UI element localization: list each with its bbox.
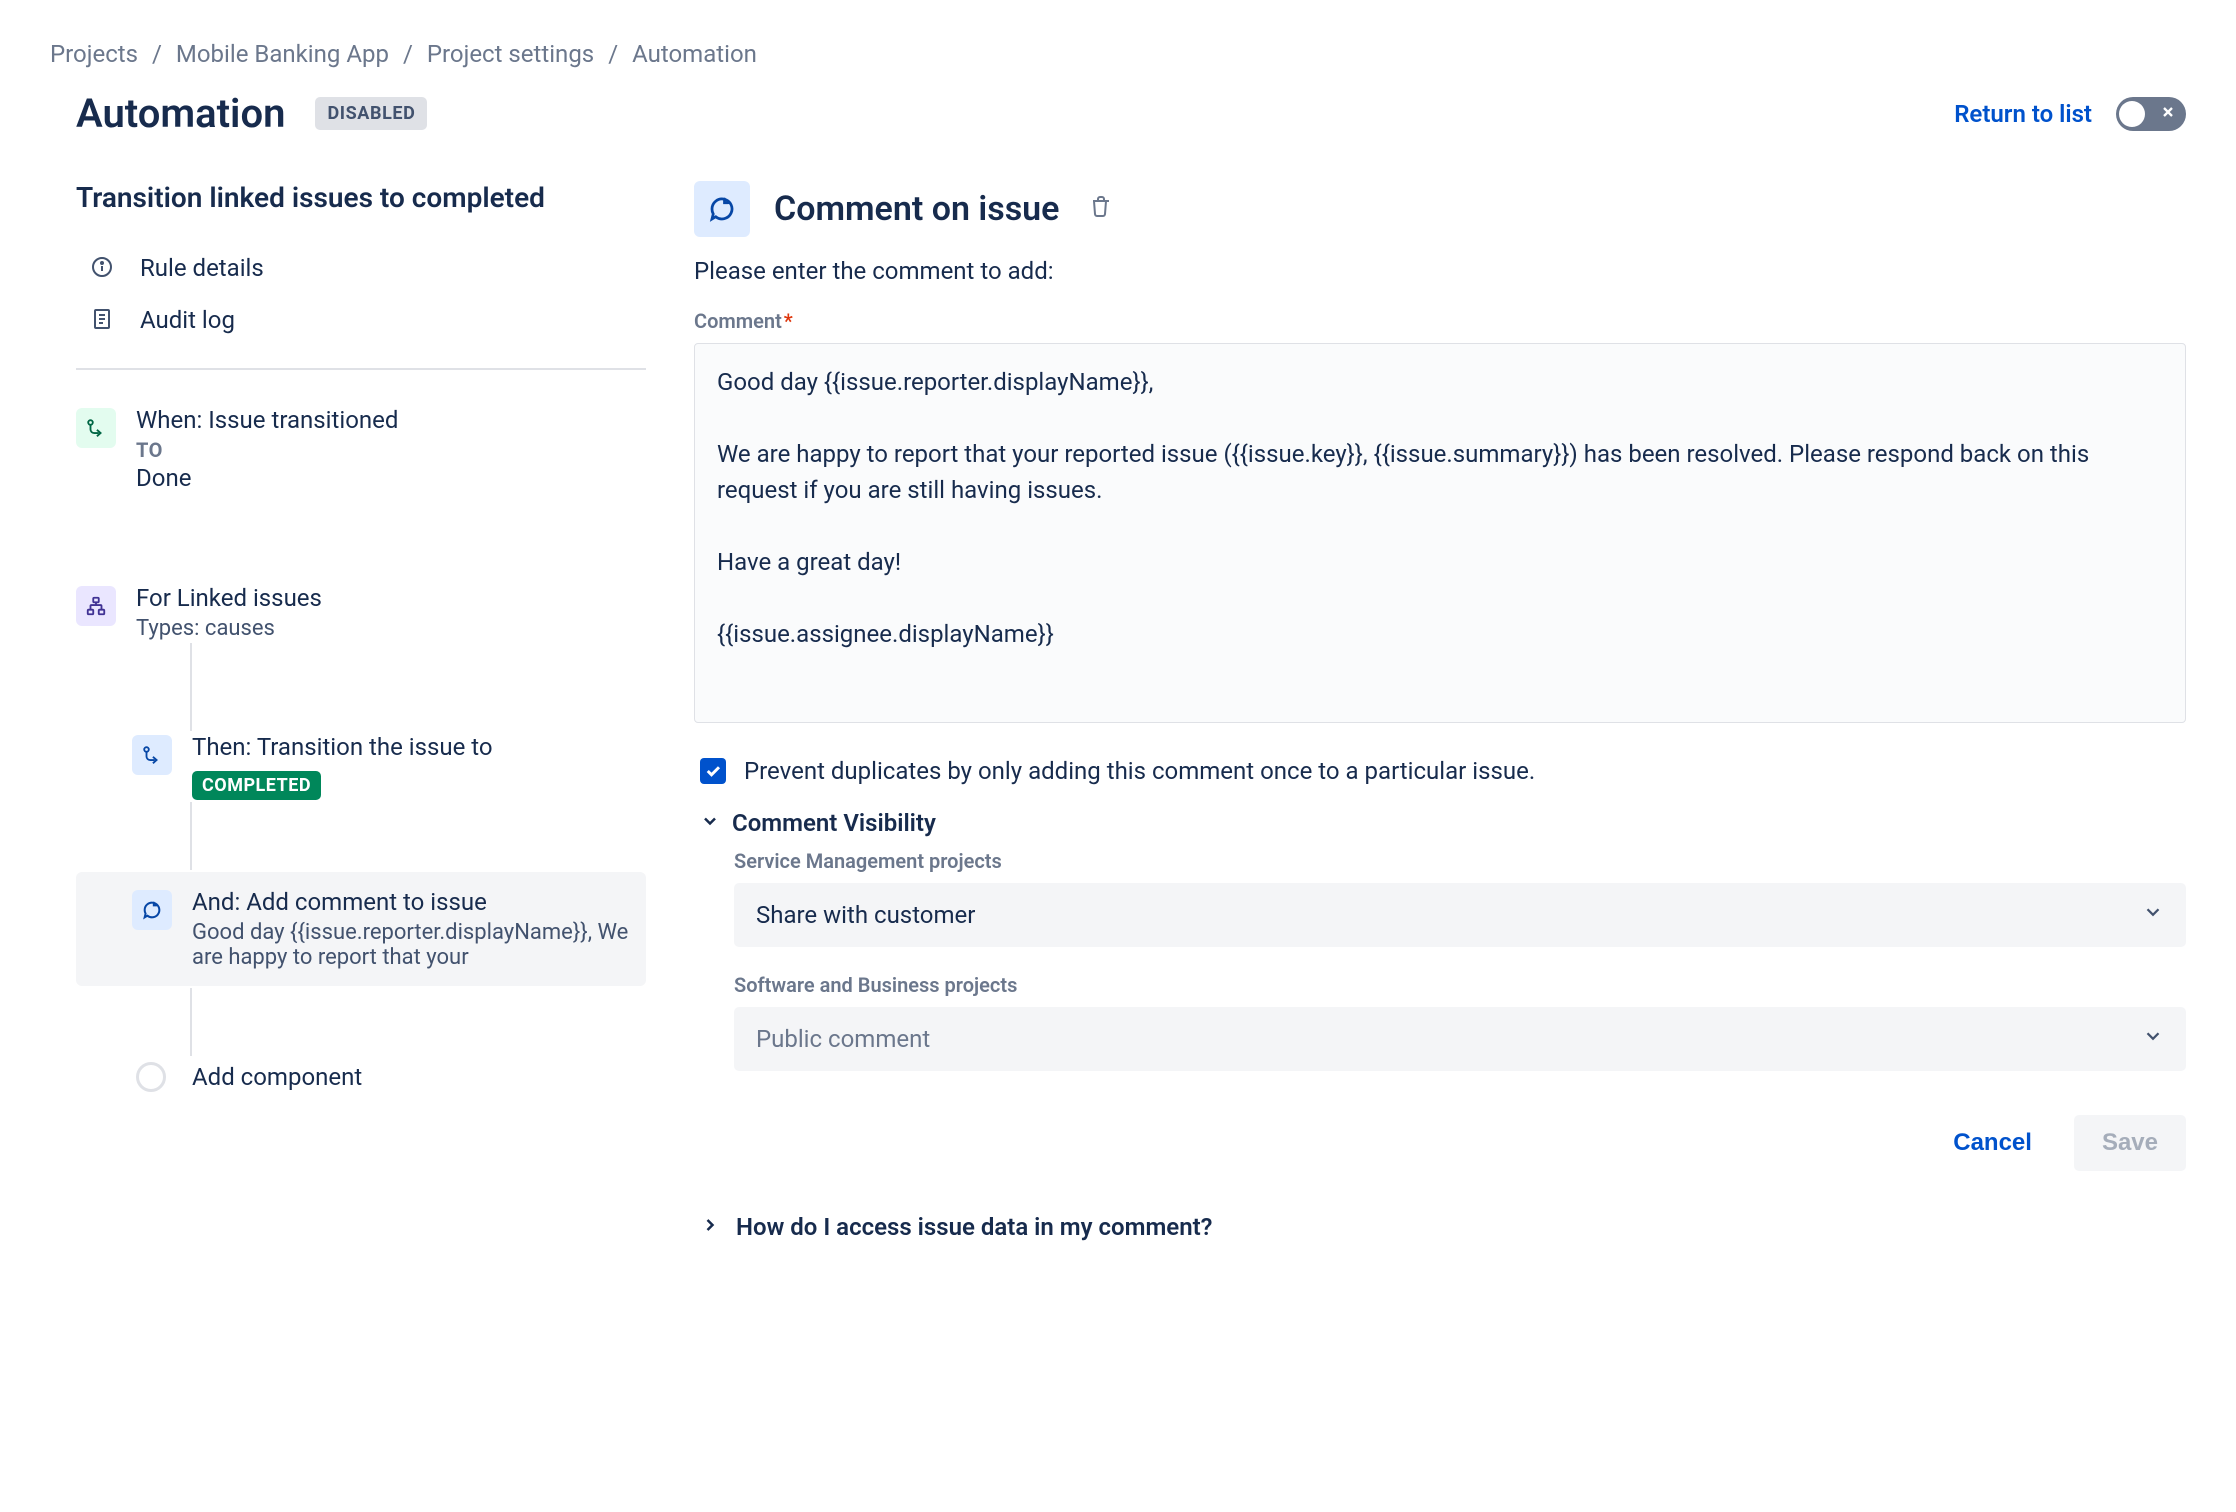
chevron-down-icon (700, 809, 720, 837)
rule-name: Transition linked issues to completed (76, 181, 646, 214)
breadcrumb: Projects / Mobile Banking App / Project … (50, 40, 2186, 68)
add-component-label: Add component (192, 1063, 362, 1091)
branch-value: Types: causes (136, 616, 632, 641)
rule-enabled-toggle[interactable] (2116, 97, 2186, 131)
trigger-icon (76, 408, 116, 448)
comment-field-label: Comment (694, 309, 782, 333)
required-indicator: * (784, 309, 793, 333)
trash-icon[interactable] (1089, 194, 1113, 224)
chevron-down-icon (2142, 901, 2164, 929)
nav-audit-log-label: Audit log (140, 306, 235, 334)
comment-visibility-toggle[interactable]: Comment Visibility (694, 809, 2186, 837)
component-title: Comment on issue (774, 189, 1059, 229)
action-comment-preview: Good day {{issue.reporter.displayName}},… (192, 920, 632, 970)
comment-icon (132, 890, 172, 930)
close-icon (2160, 104, 2176, 124)
info-icon (90, 255, 116, 281)
breadcrumb-sep: / (152, 40, 162, 68)
branch-icon (76, 586, 116, 626)
service-mgmt-value: Share with customer (756, 901, 975, 929)
trigger-subtitle: To (136, 438, 632, 462)
service-mgmt-label: Service Management projects (734, 849, 2186, 873)
plus-icon (136, 1062, 166, 1092)
breadcrumb-sep: / (403, 40, 413, 68)
add-component-button[interactable]: Add component (76, 1062, 646, 1092)
cancel-button[interactable]: Cancel (1925, 1115, 2060, 1171)
nav-rule-details-label: Rule details (140, 254, 264, 282)
rule-trigger[interactable]: When: Issue transitioned To Done (76, 406, 646, 492)
software-business-label: Software and Business projects (734, 973, 2186, 997)
return-to-list-link[interactable]: Return to list (1954, 100, 2092, 128)
rule-status-badge: Disabled (315, 97, 427, 130)
action-transition-title: Then: Transition the issue to (192, 733, 632, 761)
breadcrumb-current: Automation (632, 40, 757, 68)
breadcrumb-sep: / (608, 40, 618, 68)
prevent-duplicates-checkbox[interactable] (700, 758, 726, 784)
breadcrumb-project-settings[interactable]: Project settings (427, 40, 594, 68)
help-link-label: How do I access issue data in my comment… (736, 1213, 1213, 1241)
comment-visibility-title: Comment Visibility (732, 809, 936, 837)
software-business-value: Public comment (756, 1025, 930, 1053)
rule-action-comment[interactable]: And: Add comment to issue Good day {{iss… (76, 872, 646, 986)
nav-rule-details[interactable]: Rule details (76, 242, 646, 294)
divider (76, 368, 646, 370)
trigger-value: Done (136, 464, 632, 492)
action-comment-title: And: Add comment to issue (192, 888, 632, 916)
help-access-issue-data[interactable]: How do I access issue data in my comment… (694, 1213, 2186, 1241)
rule-branch[interactable]: For Linked issues Types: causes (76, 584, 646, 641)
nav-audit-log[interactable]: Audit log (76, 294, 646, 346)
prevent-duplicates-label: Prevent duplicates by only adding this c… (744, 757, 1535, 785)
transition-icon (132, 735, 172, 775)
chevron-right-icon (700, 1213, 720, 1241)
transition-status-badge: Completed (192, 771, 321, 800)
trigger-title: When: Issue transitioned (136, 406, 632, 434)
save-button[interactable]: Save (2074, 1115, 2186, 1171)
breadcrumb-project-name[interactable]: Mobile Banking App (176, 40, 389, 68)
page-title: Automation (76, 90, 285, 137)
branch-title: For Linked issues (136, 584, 632, 612)
comment-icon (694, 181, 750, 237)
chevron-down-icon (2142, 1025, 2164, 1053)
breadcrumb-projects[interactable]: Projects (50, 40, 138, 68)
software-business-select[interactable]: Public comment (734, 1007, 2186, 1071)
document-icon (90, 307, 116, 333)
rule-action-transition[interactable]: Then: Transition the issue to Completed (76, 733, 646, 800)
toggle-knob (2119, 101, 2145, 127)
service-mgmt-select[interactable]: Share with customer (734, 883, 2186, 947)
comment-textarea[interactable] (694, 343, 2186, 723)
prompt-text: Please enter the comment to add: (694, 257, 2186, 285)
